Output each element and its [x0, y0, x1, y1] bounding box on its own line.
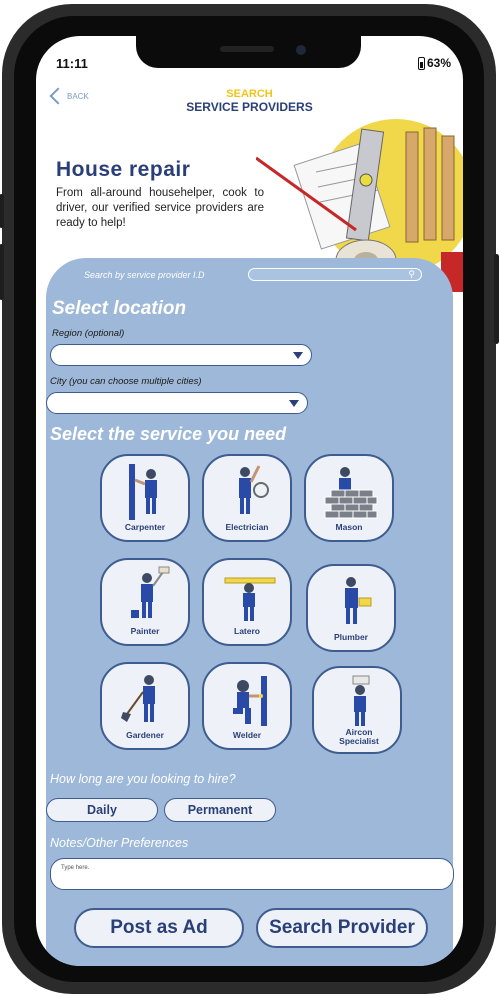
region-dropdown[interactable] — [50, 344, 312, 366]
hire-duration-question: How long are you looking to hire? — [50, 772, 236, 786]
hire-permanent-button[interactable]: Permanent — [164, 798, 276, 822]
service-label: Carpenter — [124, 522, 166, 532]
search-icon[interactable]: ⚲ — [408, 269, 415, 280]
service-tile-aircon-specialist[interactable]: Aircon Specialist — [312, 666, 402, 754]
status-battery: 63% — [417, 56, 451, 70]
gardener-icon — [121, 675, 155, 722]
caret-down-icon — [289, 400, 299, 407]
power-button — [494, 254, 499, 344]
app-screen: 11:11 63% BACK SEARCH SERVICE PROVIDERS … — [36, 36, 463, 966]
welder-icon — [233, 676, 267, 726]
search-provider-button[interactable]: Search Provider — [256, 908, 428, 948]
region-label: Region (optional) — [52, 328, 125, 339]
carpenter-icon — [129, 464, 157, 520]
service-label: Welder — [232, 730, 262, 740]
mason-icon — [324, 467, 378, 519]
service-tile-painter[interactable]: Painter — [100, 558, 190, 646]
status-time: 11:11 — [56, 56, 88, 71]
latero-icon — [224, 577, 276, 621]
service-tile-gardener[interactable]: Gardener — [100, 662, 190, 750]
search-label: Search by service provider I.D — [84, 270, 205, 280]
service-label: Gardener — [126, 730, 164, 740]
select-service-heading: Select the service you need — [50, 424, 287, 444]
service-tile-welder[interactable]: Welder — [202, 662, 292, 750]
electrician-icon — [239, 465, 269, 514]
service-label: Electrician — [225, 522, 269, 532]
aircon-specialist-icon — [352, 675, 370, 726]
service-label: Plumber — [333, 632, 368, 642]
service-tile-electrician[interactable]: Electrician — [202, 454, 292, 542]
select-location-heading: Select location — [52, 298, 187, 319]
provider-id-search-input[interactable]: ⚲ — [248, 268, 422, 281]
painter-icon — [131, 566, 170, 618]
service-label: Aircon Specialist — [339, 727, 379, 746]
hero-title: House repair — [56, 158, 191, 181]
service-label: Painter — [130, 626, 160, 636]
notes-textarea[interactable]: Type here. — [50, 858, 454, 890]
hire-daily-button[interactable]: Daily — [46, 798, 158, 822]
city-label: City (you can choose multiple cities) — [50, 376, 202, 387]
post-as-ad-button[interactable]: Post as Ad — [74, 908, 244, 948]
service-tile-plumber[interactable]: Plumber — [306, 564, 396, 652]
service-tile-latero[interactable]: Latero — [202, 558, 292, 646]
service-tile-carpenter[interactable]: Carpenter — [100, 454, 190, 542]
battery-percent: 63% — [426, 56, 451, 70]
city-dropdown[interactable] — [46, 392, 308, 414]
battery-icon — [417, 56, 425, 70]
notch — [136, 36, 361, 68]
notes-heading: Notes/Other Preferences — [50, 836, 189, 850]
service-label: Latero — [234, 626, 260, 636]
hero-description: From all-around househelper, cook to dri… — [56, 187, 264, 229]
volume-down-button — [0, 244, 4, 300]
plumber-icon — [345, 577, 372, 624]
caret-down-icon — [293, 352, 303, 359]
service-label: Mason — [335, 522, 363, 532]
service-tile-mason[interactable]: Mason — [304, 454, 394, 542]
volume-up-button — [0, 194, 4, 228]
